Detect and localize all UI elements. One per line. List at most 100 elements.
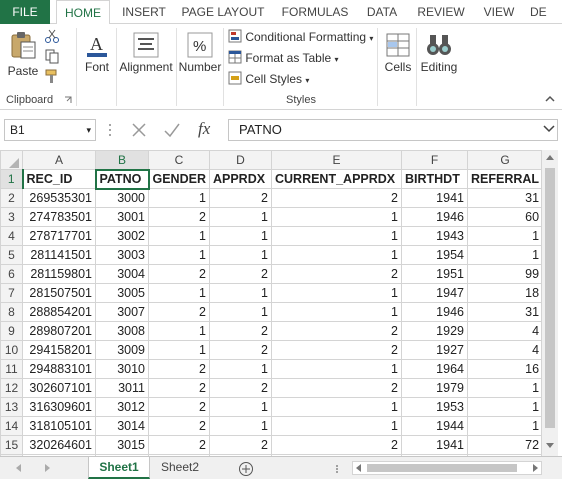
cell[interactable]: 1946 <box>400 302 468 322</box>
row-header[interactable]: 9 <box>0 321 23 341</box>
cell[interactable]: 1 <box>270 302 402 322</box>
cancel-icon[interactable] <box>130 121 148 139</box>
column-header-f[interactable]: F <box>400 150 468 170</box>
paste-button[interactable]: Paste <box>4 28 42 88</box>
row-header[interactable]: 13 <box>0 397 23 417</box>
sheet-tab-sheet2[interactable]: Sheet2 <box>152 457 208 479</box>
cell[interactable]: 1 <box>208 245 272 265</box>
cell[interactable]: 1 <box>208 207 272 227</box>
cell[interactable]: 1953 <box>400 397 468 417</box>
expand-formula-bar-icon[interactable] <box>543 125 555 133</box>
row-header[interactable]: 12 <box>0 378 23 398</box>
cell[interactable]: CURRENT_APPRDX <box>270 169 402 189</box>
tab-file[interactable]: FILE <box>0 0 50 24</box>
number-button[interactable]: % Number <box>178 28 222 104</box>
cell[interactable]: 269535301 <box>22 188 96 208</box>
cell[interactable]: 318105101 <box>22 416 96 436</box>
cut-icon[interactable] <box>44 28 60 44</box>
cell[interactable]: 72 <box>466 435 544 455</box>
cell[interactable]: 3002 <box>95 226 149 246</box>
cell[interactable]: 1947 <box>400 283 468 303</box>
cell[interactable]: APPRDX <box>208 169 272 189</box>
add-sheet-icon[interactable] <box>238 461 254 477</box>
cell[interactable]: 288854201 <box>22 302 96 322</box>
cell[interactable]: 1 <box>208 397 272 417</box>
tab-formulas[interactable]: FORMULAS <box>278 0 352 24</box>
horizontal-scroll-thumb[interactable] <box>367 464 517 472</box>
cell[interactable]: 278717701 <box>22 226 96 246</box>
cell[interactable]: 1 <box>270 283 402 303</box>
vertical-scroll-thumb[interactable] <box>545 168 555 428</box>
tab-view[interactable]: VIEW <box>480 0 518 24</box>
row-header[interactable]: 15 <box>0 435 23 455</box>
row-header[interactable]: 14 <box>0 416 23 436</box>
tab-developer[interactable]: DE <box>530 0 562 24</box>
column-header-g[interactable]: G <box>466 150 544 170</box>
collapse-ribbon-icon[interactable] <box>544 94 556 104</box>
row-header[interactable]: 10 <box>0 340 23 360</box>
cell[interactable]: 2 <box>148 359 210 379</box>
cell[interactable]: 2 <box>270 435 402 455</box>
scroll-up-icon[interactable] <box>545 153 555 161</box>
cell[interactable]: 2 <box>148 397 210 417</box>
cell[interactable]: 3015 <box>95 435 149 455</box>
next-sheet-icon[interactable] <box>42 463 52 473</box>
cell[interactable]: 316309601 <box>22 397 96 417</box>
cell[interactable]: 2 <box>208 264 272 284</box>
prev-sheet-icon[interactable] <box>14 463 24 473</box>
insert-function-button[interactable]: fx <box>198 119 210 139</box>
cell[interactable]: 1 <box>466 397 544 417</box>
scroll-down-icon[interactable] <box>545 442 555 450</box>
cell[interactable]: 2 <box>208 378 272 398</box>
cell[interactable]: 3001 <box>95 207 149 227</box>
formula-input[interactable]: PATNO <box>228 119 558 141</box>
cell[interactable]: 3007 <box>95 302 149 322</box>
select-all-corner[interactable] <box>0 150 23 170</box>
cell[interactable]: 1941 <box>400 435 468 455</box>
scroll-left-icon[interactable] <box>355 464 363 472</box>
cell[interactable]: 3003 <box>95 245 149 265</box>
tab-insert[interactable]: INSERT <box>116 0 172 24</box>
cell[interactable]: 2 <box>208 188 272 208</box>
vertical-scrollbar[interactable] <box>541 150 558 456</box>
cell[interactable]: 31 <box>466 302 544 322</box>
cell[interactable]: 281141501 <box>22 245 96 265</box>
cell[interactable]: REC_ID <box>22 169 96 189</box>
cell[interactable]: 281159801 <box>22 264 96 284</box>
cell[interactable]: 1927 <box>400 340 468 360</box>
cell[interactable]: 2 <box>270 188 402 208</box>
column-header-a[interactable]: A <box>22 150 96 170</box>
cell[interactable]: 2 <box>208 435 272 455</box>
conditional-formatting-button[interactable]: Conditional Formatting ▾ <box>228 28 373 46</box>
cell[interactable]: 60 <box>466 207 544 227</box>
row-header[interactable]: 2 <box>0 188 23 208</box>
cell[interactable]: 2 <box>270 264 402 284</box>
cell[interactable]: 1 <box>148 245 210 265</box>
cell[interactable]: 1 <box>148 188 210 208</box>
editing-button[interactable]: Editing <box>418 28 460 104</box>
cell[interactable]: 2 <box>148 207 210 227</box>
cell[interactable]: 1943 <box>400 226 468 246</box>
cell[interactable]: 3014 <box>95 416 149 436</box>
enter-icon[interactable] <box>163 121 181 139</box>
tab-review[interactable]: REVIEW <box>412 0 470 24</box>
cell[interactable]: 1 <box>270 359 402 379</box>
cell[interactable]: 99 <box>466 264 544 284</box>
spreadsheet-grid[interactable]: A B C D E F G 1 REC_ID PATNO GENDER APPR… <box>0 150 544 474</box>
name-box[interactable]: B1 ▾ <box>4 119 96 141</box>
cell[interactable]: 1 <box>466 226 544 246</box>
cell[interactable]: 1944 <box>400 416 468 436</box>
font-button[interactable]: A Font <box>80 28 114 104</box>
cell[interactable]: 294158201 <box>22 340 96 360</box>
cell[interactable]: 3012 <box>95 397 149 417</box>
cell[interactable]: 1 <box>148 321 210 341</box>
row-header[interactable]: 6 <box>0 264 23 284</box>
cell[interactable]: 3010 <box>95 359 149 379</box>
cell[interactable]: 1964 <box>400 359 468 379</box>
cell[interactable]: 2 <box>208 321 272 341</box>
cell[interactable]: 1 <box>208 226 272 246</box>
cell[interactable]: 320264601 <box>22 435 96 455</box>
cells-button[interactable]: Cells <box>380 28 416 104</box>
cell[interactable]: 18 <box>466 283 544 303</box>
cell[interactable]: 1 <box>148 226 210 246</box>
